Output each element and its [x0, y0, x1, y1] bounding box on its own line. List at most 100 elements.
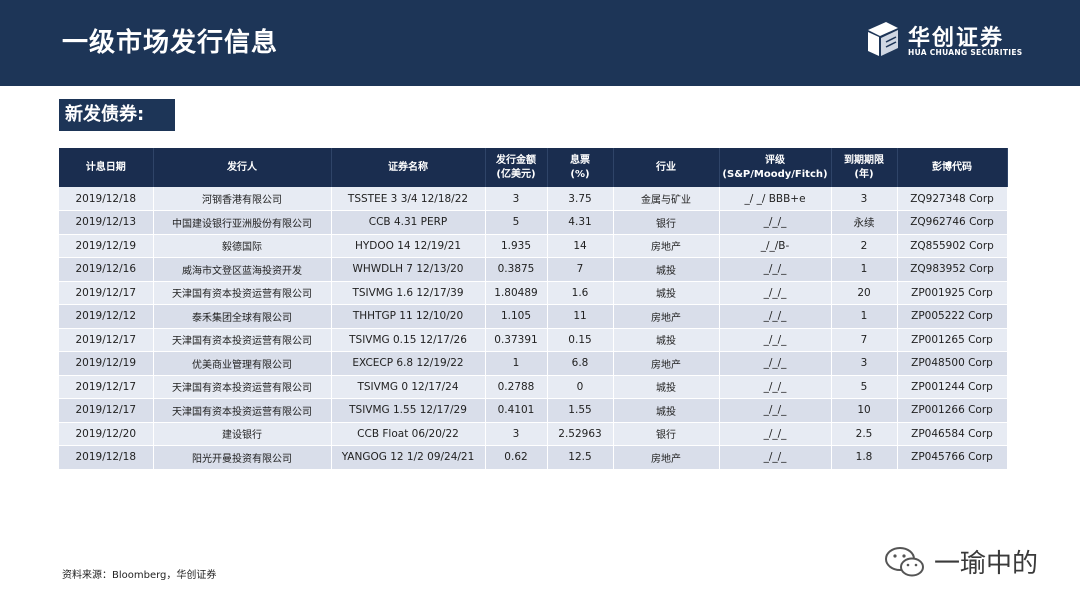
table-cell: 2019/12/18: [59, 187, 154, 211]
table-cell: _/_/_: [719, 445, 832, 470]
table-cell: _/_/_: [719, 328, 832, 352]
table-cell: 毅德国际: [153, 234, 332, 258]
table-cell: 5: [485, 210, 548, 235]
table-cell: ZP045766 Corp: [897, 445, 1008, 470]
table-cell: ZP005222 Corp: [897, 304, 1008, 329]
logo-text-en: HUA CHUANG SECURITIES: [908, 48, 1023, 57]
table-cell: 泰禾集团全球有限公司: [153, 304, 332, 329]
table-cell: THHTGP 11 12/10/20: [331, 304, 486, 329]
column-header-label: 评级: [765, 154, 785, 166]
column-header-label: 彭博代码: [932, 161, 972, 173]
table-cell: 2019/12/20: [59, 422, 154, 446]
table-cell: 房地产: [613, 445, 720, 470]
table-cell: _/_/B-: [719, 234, 832, 258]
table-cell: 2019/12/17: [59, 328, 154, 352]
table-cell: 阳光开曼投资有限公司: [153, 445, 332, 470]
table-cell: ZQ855902 Corp: [897, 234, 1008, 258]
column-header: 发行人: [153, 148, 332, 187]
table-cell: 11: [547, 304, 614, 329]
table-cell: 2019/12/17: [59, 375, 154, 399]
table-cell: 0.3875: [485, 257, 548, 282]
column-header-label: 发行人: [227, 161, 257, 173]
table-cell: _/_/_: [719, 375, 832, 399]
column-header-unit: (S&P/Moody/Fitch): [722, 168, 828, 180]
column-header-label: 行业: [656, 161, 676, 173]
table-cell: 1: [485, 351, 548, 376]
table-cell: 6.8: [547, 351, 614, 376]
table-cell: 2019/12/16: [59, 257, 154, 282]
table-cell: 城投: [613, 328, 720, 352]
table-row: 2019/12/17 天津国有资本投资运营有限公司 TSIVMG 1.55 12/1…: [59, 398, 1008, 423]
column-header: 行业: [613, 148, 720, 187]
table-cell: 城投: [613, 375, 720, 399]
table-cell: 1.6: [547, 281, 614, 305]
table-cell: _/_/_: [719, 351, 832, 376]
table-row: 2019/12/18 河钢香港有限公司 TSSTEE 3 3/4 12/18/22 3…: [59, 187, 1008, 211]
table-cell: ZP001244 Corp: [897, 375, 1008, 399]
table-cell: 3: [485, 422, 548, 446]
table-cell: ZP001266 Corp: [897, 398, 1008, 423]
header-bar: 一级市场发行信息 华创证券 HUA CHUANG SECURITIES: [0, 0, 1080, 86]
table-body: 2019/12/18 河钢香港有限公司 TSSTEE 3 3/4 12/18/22 3…: [59, 187, 1008, 470]
table-row: 2019/12/19 优美商业管理有限公司 EXCECP 6.8 12/19/22 1…: [59, 351, 1008, 376]
table-cell: 城投: [613, 281, 720, 305]
table-cell: _/_/_: [719, 257, 832, 282]
table-cell: 0.2788: [485, 375, 548, 399]
table-cell: 房地产: [613, 304, 720, 329]
table-cell: 4.31: [547, 210, 614, 235]
table-cell: TSIVMG 1.6 12/17/39: [331, 281, 486, 305]
table-cell: ZQ983952 Corp: [897, 257, 1008, 282]
table-cell: 2019/12/18: [59, 445, 154, 470]
table-cell: _/_/_: [719, 304, 832, 329]
logo-cube-icon: [868, 22, 898, 56]
table-cell: 2019/12/13: [59, 210, 154, 235]
table-cell: 10: [831, 398, 898, 423]
section-label: 新发债券:: [59, 99, 175, 131]
table-cell: 永续: [831, 210, 898, 235]
table-cell: 2019/12/17: [59, 281, 154, 305]
table-cell: CCB Float 06/20/22: [331, 422, 486, 446]
table-cell: 0.4101: [485, 398, 548, 423]
table-cell: 2019/12/19: [59, 351, 154, 376]
table-cell: 20: [831, 281, 898, 305]
table-cell: 12.5: [547, 445, 614, 470]
table-row: 2019/12/20 建设银行 CCB Float 06/20/22 3 2.52963…: [59, 422, 1008, 446]
table-cell: ZQ962746 Corp: [897, 210, 1008, 235]
table-cell: _/_/_: [719, 422, 832, 446]
table-row: 2019/12/13 中国建设银行亚洲股份有限公司 CCB 4.31 PERP 5 4.…: [59, 210, 1008, 235]
table-cell: ZQ927348 Corp: [897, 187, 1008, 211]
column-header: 到期期限 (年): [831, 148, 898, 187]
table-cell: 7: [831, 328, 898, 352]
table-cell: 银行: [613, 422, 720, 446]
table-header-row: 计息日期 发行人 证券名称 发行金额 (亿美元) 息票 (%) 行业 评级 (S&P/Moody/…: [59, 148, 1008, 187]
table-cell: TSIVMG 0.15 12/17/26: [331, 328, 486, 352]
column-header-unit: (%): [570, 168, 590, 180]
table-cell: 1.8: [831, 445, 898, 470]
column-header-unit: (年): [854, 168, 874, 180]
column-header: 彭博代码: [897, 148, 1008, 187]
table-cell: 天津国有资本投资运营有限公司: [153, 375, 332, 399]
table-cell: HYDOO 14 12/19/21: [331, 234, 486, 258]
table-row: 2019/12/17 天津国有资本投资运营有限公司 TSIVMG 0.15 12/1…: [59, 328, 1008, 352]
table-cell: ZP048500 Corp: [897, 351, 1008, 376]
bond-issuance-table: 计息日期 发行人 证券名称 发行金额 (亿美元) 息票 (%) 行业 评级 (S&P/Moody/…: [59, 148, 1008, 470]
table-row: 2019/12/17 天津国有资本投资运营有限公司 TSIVMG 1.6 12/17…: [59, 281, 1008, 305]
table-cell: 天津国有资本投资运营有限公司: [153, 398, 332, 423]
column-header: 证券名称: [331, 148, 486, 187]
wechat-icon: [885, 547, 924, 577]
table-cell: 3.75: [547, 187, 614, 211]
table-cell: 城投: [613, 257, 720, 282]
table-cell: 2019/12/17: [59, 398, 154, 423]
table-cell: 威海市文登区蓝海投资开发: [153, 257, 332, 282]
table-cell: 1: [831, 257, 898, 282]
table-cell: TSIVMG 1.55 12/17/29: [331, 398, 486, 423]
table-cell: 房地产: [613, 234, 720, 258]
table-cell: 0.15: [547, 328, 614, 352]
table-cell: 1: [831, 304, 898, 329]
table-row: 2019/12/17 天津国有资本投资运营有限公司 TSIVMG 0 12/17/2…: [59, 375, 1008, 399]
table-cell: 河钢香港有限公司: [153, 187, 332, 211]
table-cell: 优美商业管理有限公司: [153, 351, 332, 376]
table-cell: TSIVMG 0 12/17/24: [331, 375, 486, 399]
table-cell: 金属与矿业: [613, 187, 720, 211]
table-cell: _/_/_: [719, 210, 832, 235]
